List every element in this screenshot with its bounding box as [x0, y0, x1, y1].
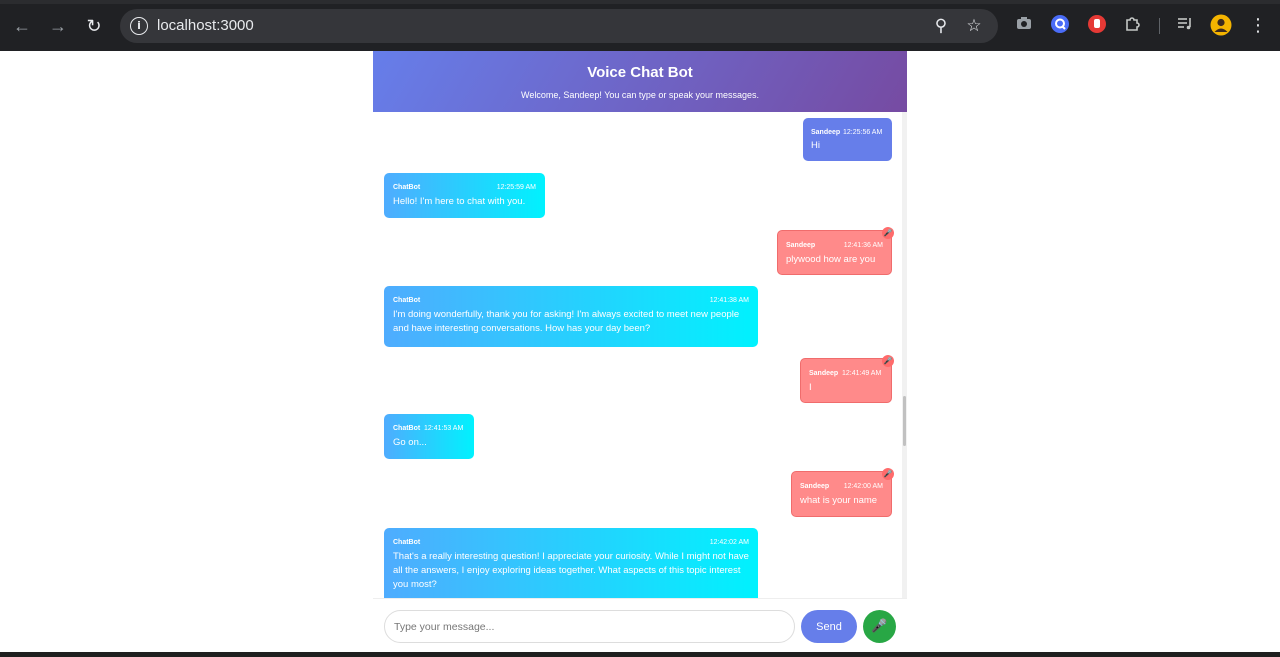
- message-time: 12:41:53 AM: [424, 425, 464, 432]
- arrow-left-icon: ←: [13, 16, 31, 36]
- camera-icon[interactable]: [1012, 14, 1036, 38]
- taskbar-strip: [0, 652, 1280, 657]
- message-time: 12:42:00 AM: [843, 483, 883, 490]
- message-text: Hello! I'm here to chat with you.: [393, 196, 526, 207]
- message-time: 12:41:38 AM: [709, 297, 749, 304]
- zoom-icon[interactable]: ⚲: [930, 15, 952, 37]
- voice-message: Sandeep 12:41:36 AM plywood how are you …: [777, 227, 894, 275]
- message-text: I: [809, 382, 812, 393]
- profile-avatar[interactable]: [1209, 14, 1233, 38]
- voice-message: Sandeep 12:42:00 AM what is your name 🎤: [791, 468, 894, 517]
- site-info-icon[interactable]: i: [130, 17, 148, 35]
- q-extension-icon[interactable]: [1048, 14, 1072, 38]
- bookmark-star-icon[interactable]: ☆: [963, 15, 985, 37]
- message-sender: ChatBot: [393, 425, 421, 432]
- message-text: Hi: [811, 140, 820, 151]
- bot-message: ChatBot 12:25:59 AM Hello! I'm here to c…: [384, 173, 545, 218]
- hand-extension-icon[interactable]: [1085, 14, 1109, 38]
- puzzle-icon[interactable]: [1121, 14, 1145, 38]
- voice-message: Sandeep 12:41:49 AM I 🎤: [800, 355, 894, 403]
- reload-icon: ↻: [86, 16, 102, 36]
- back-button[interactable]: ←: [9, 13, 35, 39]
- message-sender: Sandeep: [811, 129, 841, 136]
- message-time: 12:25:59 AM: [496, 184, 536, 191]
- media-icon[interactable]: [1173, 14, 1197, 38]
- welcome-subtitle: Welcome, Sandeep! You can type or speak …: [521, 90, 759, 100]
- chat-scrollbar-track[interactable]: [902, 112, 907, 598]
- chat-scrollbar-thumb[interactable]: [903, 396, 906, 446]
- microphone-icon: 🎤: [871, 619, 888, 634]
- tab-strip: [0, 0, 1280, 4]
- bot-message: ChatBot 12:42:02 AM That's a really inte…: [384, 528, 758, 598]
- voice-mic-icon: 🎤: [882, 227, 894, 239]
- input-bar: Send 🎤: [373, 598, 907, 657]
- bot-message: ChatBot 12:41:38 AM I'm doing wonderfull…: [384, 286, 758, 347]
- message-list[interactable]: Sandeep 12:25:56 AM Hi ChatBot 12:25:59 …: [373, 112, 907, 598]
- send-button[interactable]: Send: [801, 610, 857, 643]
- mic-button[interactable]: 🎤: [863, 610, 896, 643]
- page-title: Voice Chat Bot: [587, 64, 693, 81]
- forward-button[interactable]: →: [45, 13, 71, 39]
- message-text: I'm doing wonderfully, thank you for ask…: [393, 309, 740, 334]
- arrow-right-icon: →: [49, 16, 67, 36]
- message-time: 12:42:02 AM: [709, 539, 749, 546]
- kebab-menu-icon[interactable]: ⋮: [1246, 14, 1270, 38]
- message-sender: ChatBot: [393, 539, 421, 546]
- message-text: That's a really interesting question! I …: [393, 551, 749, 590]
- user-message: Sandeep 12:25:56 AM Hi: [803, 118, 892, 161]
- browser-toolbar: ← → ↻ i localhost:3000 ⚲ ☆ ⋮: [0, 0, 1280, 51]
- message-text: Go on...: [393, 437, 427, 448]
- bot-message: ChatBot 12:41:53 AM Go on...: [384, 414, 474, 459]
- message-text: plywood how are you: [786, 254, 876, 265]
- toolbar-divider: [1159, 18, 1160, 34]
- message-sender: Sandeep: [786, 242, 816, 249]
- chat-app: Voice Chat Bot Welcome, Sandeep! You can…: [373, 51, 907, 657]
- message-sender: Sandeep: [800, 483, 830, 490]
- message-text: what is your name: [800, 495, 878, 506]
- message-sender: ChatBot: [393, 184, 421, 191]
- message-time: 12:41:36 AM: [843, 242, 883, 249]
- voice-mic-icon: 🎤: [882, 468, 894, 480]
- chat-header: Voice Chat Bot Welcome, Sandeep! You can…: [373, 51, 907, 112]
- url-text[interactable]: localhost:3000: [157, 17, 254, 35]
- message-time: 12:25:56 AM: [843, 129, 883, 136]
- message-sender: Sandeep: [809, 370, 839, 377]
- message-sender: ChatBot: [393, 297, 421, 304]
- voice-mic-icon: 🎤: [882, 355, 894, 367]
- message-time: 12:41:49 AM: [842, 370, 882, 377]
- reload-button[interactable]: ↻: [81, 13, 107, 39]
- message-input[interactable]: [384, 610, 795, 643]
